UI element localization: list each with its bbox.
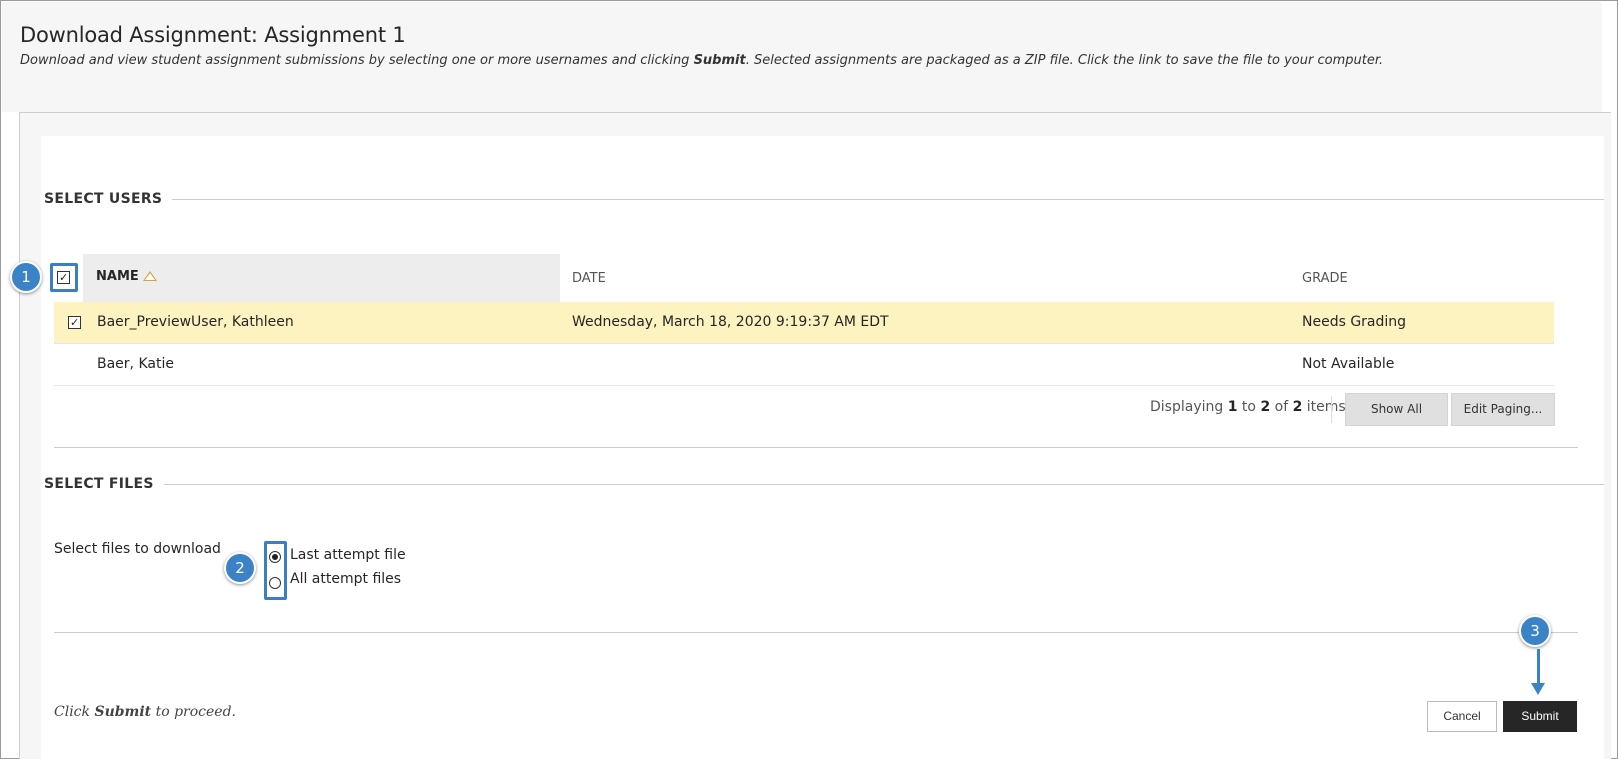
column-header-grade[interactable]: GRADE [1302,271,1348,286]
page-header: Download Assignment: Assignment 1 Downlo… [2,2,1602,112]
sort-ascending-icon [142,271,157,281]
callout-badge-3: 3 [1519,615,1551,647]
description-after: . Selected assignments are packaged as a… [745,53,1384,68]
callout-badge-2: 2 [224,552,256,584]
show-all-button[interactable]: Show All [1345,393,1448,426]
paging-start: 1 [1227,399,1238,415]
callout-highlight-file-options [264,541,287,600]
callout-highlight-select-all [50,263,78,292]
edit-paging-button[interactable]: Edit Paging... [1451,393,1555,426]
callout-badge-1: 1 [10,261,42,293]
paging-summary: Displaying 1 to 2 of 2 items [1150,399,1346,415]
column-header-date[interactable]: DATE [572,271,606,286]
paging-suffix: items [1302,399,1346,415]
submit-hint: Click Submit to proceed. [54,704,236,720]
hint-before: Click [54,704,95,720]
radio-last-attempt-label[interactable]: Last attempt file [290,547,406,563]
section-divider-files [136,484,1604,485]
paging-end: 2 [1260,399,1271,415]
callout-arrow-line [1537,649,1540,685]
cancel-button[interactable]: Cancel [1427,701,1497,732]
paging-mid2: of [1270,399,1293,415]
row-name: Baer_PreviewUser, Kathleen [97,314,294,330]
radio-all-attempts[interactable] [269,577,281,589]
section-title-select-users: SELECT USERS [44,191,173,207]
radio-last-attempt[interactable] [269,551,281,563]
divider [54,632,1578,633]
section-title-select-files: SELECT FILES [44,476,164,492]
page-description: Download and view student assignment sub… [20,53,1383,68]
callout-arrow-down-icon [1531,683,1545,695]
submit-button[interactable]: Submit [1503,701,1577,732]
table-row[interactable]: Baer, Katie Not Available [54,344,1554,386]
description-before: Download and view student assignment sub… [20,53,694,68]
row-grade: Needs Grading [1302,314,1407,330]
row-grade: Not Available [1302,356,1395,372]
description-bold: Submit [693,53,746,68]
select-files-label: Select files to download [54,541,221,557]
paging-separator [1331,396,1332,423]
paging-total: 2 [1292,399,1303,415]
divider [54,447,1578,448]
row-checkbox[interactable] [68,316,81,329]
row-name: Baer, Katie [97,356,174,372]
paging-mid1: to [1237,399,1261,415]
hint-bold: Submit [94,704,152,720]
paging-prefix: Displaying [1150,399,1228,415]
page-title: Download Assignment: Assignment 1 [20,23,406,47]
page-frame: Download Assignment: Assignment 1 Downlo… [0,0,1618,759]
radio-all-attempts-label[interactable]: All attempt files [290,571,401,587]
row-date: Wednesday, March 18, 2020 9:19:37 AM EDT [572,314,889,330]
hint-after: to proceed. [151,704,237,720]
section-divider-users [151,199,1604,200]
column-header-name-label: NAME [96,269,139,284]
column-header-name[interactable]: NAME [96,269,157,284]
table-row[interactable]: Baer_PreviewUser, Kathleen Wednesday, Ma… [54,302,1554,344]
